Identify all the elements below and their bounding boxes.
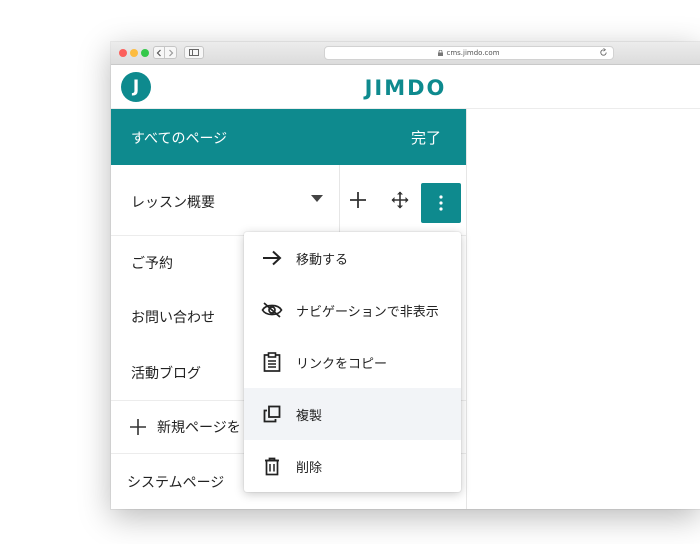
- page-label: 活動ブログ: [131, 366, 201, 382]
- minimize-window-button[interactable]: [130, 49, 138, 57]
- sidebar-icon: [189, 49, 199, 56]
- page-label: お問い合わせ: [131, 310, 215, 326]
- menu-item-copy-link[interactable]: リンクをコピー: [244, 336, 461, 388]
- plus-icon: [350, 192, 366, 208]
- menu-item-hide-in-navigation[interactable]: ナビゲーションで非表示: [244, 284, 461, 336]
- page-label: ご予約: [131, 256, 173, 272]
- more-vertical-icon: [439, 195, 443, 211]
- menu-item-label: ナビゲーションで非表示: [296, 305, 439, 320]
- forward-button[interactable]: [165, 46, 177, 59]
- move-icon: [391, 191, 409, 209]
- back-button[interactable]: [153, 46, 165, 59]
- chevron-right-icon: [168, 49, 173, 56]
- divider: [339, 165, 340, 235]
- menu-item-delete[interactable]: 削除: [244, 440, 461, 492]
- menu-item-move[interactable]: 移動する: [244, 232, 461, 284]
- menu-item-label: 複製: [296, 409, 323, 424]
- menu-item-label: 移動する: [296, 253, 349, 268]
- brand-name: JIMDO: [364, 76, 447, 100]
- done-button[interactable]: 完了: [411, 127, 441, 148]
- sidebar-toggle-button[interactable]: [184, 46, 204, 59]
- move-page-button[interactable]: [385, 183, 415, 217]
- page-row-selected[interactable]: レッスン概要: [111, 165, 466, 236]
- close-window-button[interactable]: [119, 49, 127, 57]
- panel-header: すべてのページ 完了: [111, 109, 466, 165]
- clipboard-icon: [261, 351, 283, 373]
- browser-toolbar: cms.jimdo.com: [111, 42, 700, 65]
- app-header: J JIMDO: [111, 65, 700, 109]
- zoom-window-button[interactable]: [141, 49, 149, 57]
- page-options-menu: 移動する ナビゲーションで非表示 リンクをコピー 複製 削除: [244, 232, 461, 492]
- eye-off-icon: [261, 299, 283, 321]
- page-label: レッスン概要: [131, 195, 215, 211]
- system-pages-heading[interactable]: システムページ: [127, 472, 224, 492]
- chevron-left-icon: [156, 49, 161, 56]
- caret-down-icon[interactable]: [311, 195, 323, 202]
- plus-icon: [130, 419, 146, 435]
- menu-item-label: 削除: [296, 461, 323, 476]
- menu-item-label: リンクをコピー: [296, 357, 388, 372]
- lock-icon: [438, 50, 444, 56]
- menu-item-duplicate[interactable]: 複製: [244, 388, 461, 440]
- add-subpage-button[interactable]: [343, 183, 373, 217]
- url-text: cms.jimdo.com: [446, 49, 500, 57]
- more-options-button[interactable]: [421, 183, 461, 223]
- trash-icon: [261, 455, 283, 477]
- address-bar[interactable]: cms.jimdo.com: [324, 46, 614, 60]
- reload-icon[interactable]: [599, 48, 608, 57]
- duplicate-icon: [261, 403, 283, 425]
- arrow-right-icon: [261, 247, 283, 269]
- history-nav: [153, 46, 177, 60]
- panel-title: すべてのページ: [131, 131, 228, 147]
- add-page-label: 新規ページを: [157, 420, 241, 436]
